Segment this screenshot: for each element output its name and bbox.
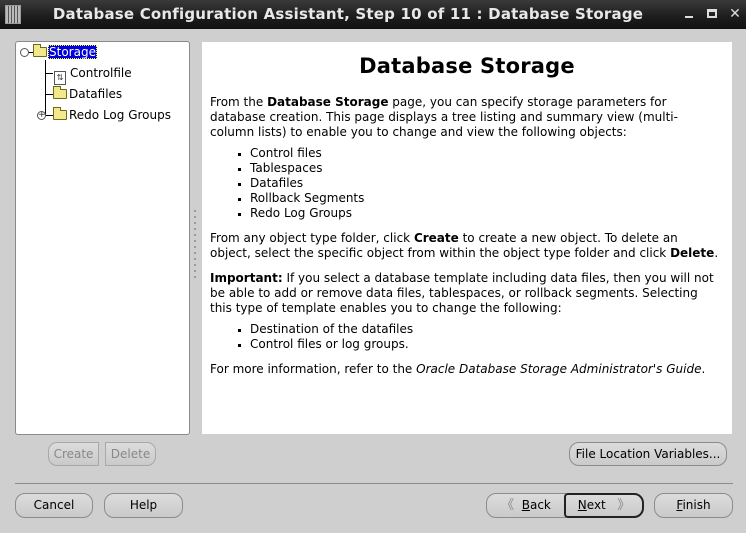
tree-connector — [45, 115, 53, 116]
tree-node-datafiles[interactable]: Datafiles — [53, 85, 123, 103]
back-arrow-icon: 《 — [501, 498, 515, 513]
folder-icon — [53, 107, 67, 120]
list-item: Datafiles — [238, 176, 732, 191]
tree-node-label: Datafiles — [69, 87, 123, 101]
tree-node-label: Storage — [48, 45, 97, 59]
help-content-panel: Database Storage From the Database Stora… — [202, 42, 732, 434]
tree-node-label: Controlfile — [70, 66, 132, 80]
tree-node-storage[interactable]: Storage — [33, 43, 97, 61]
next-arrow-icon: 》 — [617, 498, 631, 513]
minimize-button[interactable] — [681, 6, 697, 22]
intro-paragraph: From the Database Storage page, you can … — [210, 95, 678, 139]
folder-icon — [53, 86, 67, 99]
tree-node-controlfile[interactable]: ⇅ Controlfile — [54, 64, 133, 85]
minimize-icon — [685, 16, 693, 18]
cancel-button[interactable]: Cancel — [15, 493, 93, 518]
template-changes-list: Destination of the datafiles Control fil… — [210, 322, 732, 352]
next-button[interactable]: Next 》 — [564, 493, 644, 518]
list-item: Control files — [238, 146, 732, 161]
panel-splitter-handle[interactable] — [194, 210, 197, 280]
page-heading: Database Storage — [359, 54, 575, 78]
create-button[interactable]: Create — [48, 442, 99, 466]
list-item: Control files or log groups. — [238, 337, 732, 352]
maximize-button[interactable] — [704, 6, 720, 22]
close-button[interactable]: ✕ — [727, 6, 743, 22]
window-title: Database Configuration Assistant, Step 1… — [52, 5, 644, 23]
delete-button[interactable]: Delete — [105, 442, 156, 466]
important-paragraph: Important: If you select a database temp… — [210, 271, 714, 315]
divider — [15, 483, 733, 484]
objects-list: Control files Tablespaces Datafiles Roll… — [210, 146, 732, 221]
list-item: Rollback Segments — [238, 191, 732, 206]
storage-tree[interactable]: Storage ⇅ Controlfile Datafiles + Redo Lo… — [15, 41, 190, 435]
tree-connector — [45, 94, 53, 95]
tree-connector — [45, 60, 46, 115]
controlfile-icon: ⇅ — [54, 71, 66, 85]
list-item: Redo Log Groups — [238, 206, 732, 221]
folder-icon — [33, 44, 47, 57]
close-icon: ✕ — [729, 6, 741, 22]
create-delete-paragraph: From any object type folder, click Creat… — [210, 231, 719, 260]
help-button[interactable]: Help — [104, 493, 183, 518]
more-info-paragraph: For more information, refer to the Oracl… — [210, 362, 706, 376]
list-item: Tablespaces — [238, 161, 732, 176]
title-bar: Database Configuration Assistant, Step 1… — [0, 0, 746, 29]
list-item: Destination of the datafiles — [238, 322, 732, 337]
maximize-icon — [707, 9, 717, 18]
collapse-icon[interactable] — [20, 48, 29, 57]
tree-node-label: Redo Log Groups — [69, 108, 171, 122]
file-location-variables-button[interactable]: File Location Variables... — [569, 442, 727, 466]
expand-icon[interactable]: + — [37, 111, 46, 120]
tree-node-redo-log-groups[interactable]: Redo Log Groups — [53, 106, 172, 124]
tree-connector — [45, 73, 53, 74]
back-button[interactable]: 《 Back — [486, 493, 566, 518]
finish-button[interactable]: Finish — [654, 493, 733, 518]
